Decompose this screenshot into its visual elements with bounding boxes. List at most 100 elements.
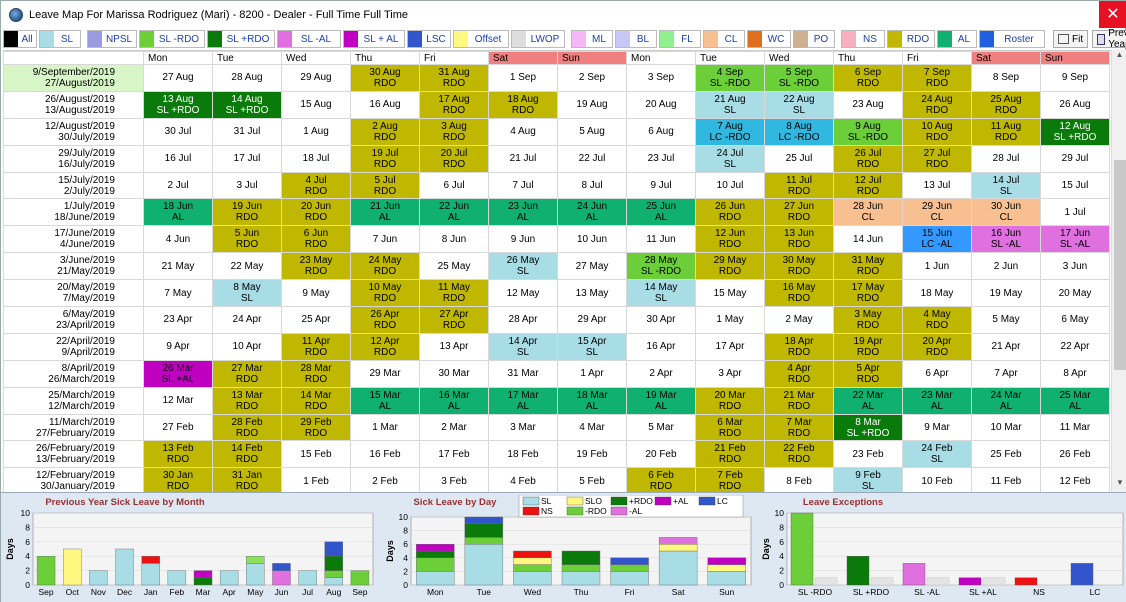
day-cell[interactable]: 12 May (488, 279, 558, 308)
day-cell[interactable]: 9 Apr (143, 332, 213, 361)
day-cell[interactable]: 17 Mar AL (488, 386, 558, 415)
day-cell[interactable]: 25 Mar AL (1040, 386, 1110, 415)
day-cell[interactable]: 6 Aug (626, 117, 696, 146)
period-label[interactable]: 11/March/2019 27/February/2019 (3, 413, 144, 442)
day-cell[interactable]: 1 Sep (488, 64, 558, 92)
day-cell[interactable]: 14 Aug SL +RDO (212, 90, 282, 119)
day-cell[interactable]: 17 Feb (419, 440, 489, 469)
day-cell[interactable]: 23 Jun AL (488, 198, 558, 227)
day-cell[interactable]: 28 Apr (488, 306, 558, 334)
day-cell[interactable]: 12 Mar (143, 386, 213, 415)
day-cell[interactable]: 2 Feb (350, 467, 420, 492)
day-cell[interactable]: 13 Aug SL +RDO (143, 90, 213, 119)
day-cell[interactable]: 11 Mar (1040, 413, 1110, 442)
day-cell[interactable]: 22 May (212, 252, 282, 281)
day-cell[interactable]: 16 Mar AL (419, 386, 489, 415)
day-cell[interactable]: 23 Jul (626, 144, 696, 173)
day-cell[interactable]: 20 Jun RDO (281, 198, 351, 227)
day-cell[interactable]: 17 Jul (212, 144, 282, 173)
scroll-thumb[interactable] (1114, 160, 1126, 370)
day-cell[interactable]: 27 Feb (143, 413, 213, 442)
day-cell[interactable]: 15 Mar AL (350, 386, 420, 415)
day-cell[interactable]: 16 Jun SL -AL (971, 225, 1041, 254)
day-cell[interactable]: 27 Aug (143, 64, 213, 92)
day-cell[interactable]: 9 Jul (626, 171, 696, 200)
filter-ml[interactable]: ML (571, 30, 613, 48)
day-cell[interactable]: 19 Jun RDO (212, 198, 282, 227)
day-cell[interactable]: 26 Jun RDO (695, 198, 765, 227)
day-cell[interactable]: 24 Jul SL (695, 144, 765, 173)
day-cell[interactable]: 19 May (971, 279, 1041, 308)
day-cell[interactable]: 18 Aug RDO (488, 90, 558, 119)
day-cell[interactable]: 5 Feb (557, 467, 627, 492)
day-cell[interactable]: 28 Aug (212, 64, 282, 92)
day-cell[interactable]: 24 Feb SL (902, 440, 972, 469)
filter-wc[interactable]: WC (747, 30, 791, 48)
period-label[interactable]: 29/July/2019 16/July/2019 (3, 144, 144, 173)
day-cell[interactable]: 18 Apr RDO (764, 332, 834, 361)
filter-cl[interactable]: CL (703, 30, 745, 48)
day-cell[interactable]: 11 May RDO (419, 279, 489, 308)
day-cell[interactable]: 16 May RDO (764, 279, 834, 308)
day-cell[interactable]: 24 Mar AL (971, 386, 1041, 415)
day-cell[interactable]: 5 Jul RDO (350, 171, 420, 200)
day-cell[interactable]: 22 Apr (1040, 332, 1110, 361)
day-cell[interactable]: 27 Mar RDO (212, 359, 282, 388)
day-cell[interactable]: 5 Mar (626, 413, 696, 442)
day-cell[interactable]: 18 May (902, 279, 972, 308)
day-cell[interactable]: 8 Feb (764, 467, 834, 492)
period-label[interactable]: 3/June/2019 21/May/2019 (3, 252, 144, 281)
day-cell[interactable]: 2 Mar (419, 413, 489, 442)
day-cell[interactable]: 19 Apr RDO (833, 332, 903, 361)
day-cell[interactable]: 7 Aug LC -RDO (695, 117, 765, 146)
day-cell[interactable]: 19 Feb (557, 440, 627, 469)
day-cell[interactable]: 3 Sep (626, 64, 696, 92)
day-cell[interactable]: 10 Jun (557, 225, 627, 254)
day-cell[interactable]: 14 Mar RDO (281, 386, 351, 415)
day-cell[interactable]: 31 Jul (212, 117, 282, 146)
day-cell[interactable]: 20 May (1040, 279, 1110, 308)
filter-fl[interactable]: FL (659, 30, 701, 48)
day-cell[interactable]: 25 Jul (764, 144, 834, 173)
day-cell[interactable]: 27 May (557, 252, 627, 281)
day-cell[interactable]: 1 Mar (350, 413, 420, 442)
day-cell[interactable]: 3 Apr (695, 359, 765, 388)
day-cell[interactable]: 24 Apr (212, 306, 282, 334)
day-cell[interactable]: 10 Jul (695, 171, 765, 200)
day-cell[interactable]: 26 Feb (1040, 440, 1110, 469)
day-cell[interactable]: 9 Mar (902, 413, 972, 442)
filter-po[interactable]: PO (793, 30, 835, 48)
day-cell[interactable]: 3 Jul (212, 171, 282, 200)
day-cell[interactable]: 7 Feb RDO (695, 467, 765, 492)
day-cell[interactable]: 25 Aug RDO (971, 90, 1041, 119)
scroll-up-icon[interactable]: ▲ (1112, 50, 1126, 64)
day-cell[interactable]: 2 Apr (626, 359, 696, 388)
day-cell[interactable]: 18 Mar AL (557, 386, 627, 415)
day-cell[interactable]: 22 Jul (557, 144, 627, 173)
day-cell[interactable]: 20 Apr RDO (902, 332, 972, 361)
close-button[interactable]: ✕ (1099, 1, 1126, 28)
day-cell[interactable]: 21 Feb RDO (695, 440, 765, 469)
period-label[interactable]: 26/February/2019 13/February/2019 (3, 440, 144, 469)
filter-bl[interactable]: BL (615, 30, 657, 48)
day-cell[interactable]: 10 Aug RDO (902, 117, 972, 146)
day-cell[interactable]: 14 Apr SL (488, 332, 558, 361)
day-cell[interactable]: 23 Mar AL (902, 386, 972, 415)
day-cell[interactable]: 13 Jul (902, 171, 972, 200)
day-cell[interactable]: 16 Apr (626, 332, 696, 361)
day-cell[interactable]: 4 Aug (488, 117, 558, 146)
day-cell[interactable]: 27 Jul RDO (902, 144, 972, 173)
day-cell[interactable]: 7 Jun (350, 225, 420, 254)
day-cell[interactable]: 30 Aug RDO (350, 64, 420, 92)
day-cell[interactable]: 15 Feb (281, 440, 351, 469)
day-cell[interactable]: 12 Apr RDO (350, 332, 420, 361)
filter-sl-rdo[interactable]: SL -RDO (139, 30, 205, 48)
day-cell[interactable]: 10 Feb (902, 467, 972, 492)
day-cell[interactable]: 28 Mar RDO (281, 359, 351, 388)
day-cell[interactable]: 12 Feb (1040, 467, 1110, 492)
day-cell[interactable]: 30 May RDO (764, 252, 834, 281)
day-cell[interactable]: 22 Aug SL (764, 90, 834, 119)
day-cell[interactable]: 3 Aug RDO (419, 117, 489, 146)
day-cell[interactable]: 6 Jul (419, 171, 489, 200)
day-cell[interactable]: 3 May RDO (833, 306, 903, 334)
